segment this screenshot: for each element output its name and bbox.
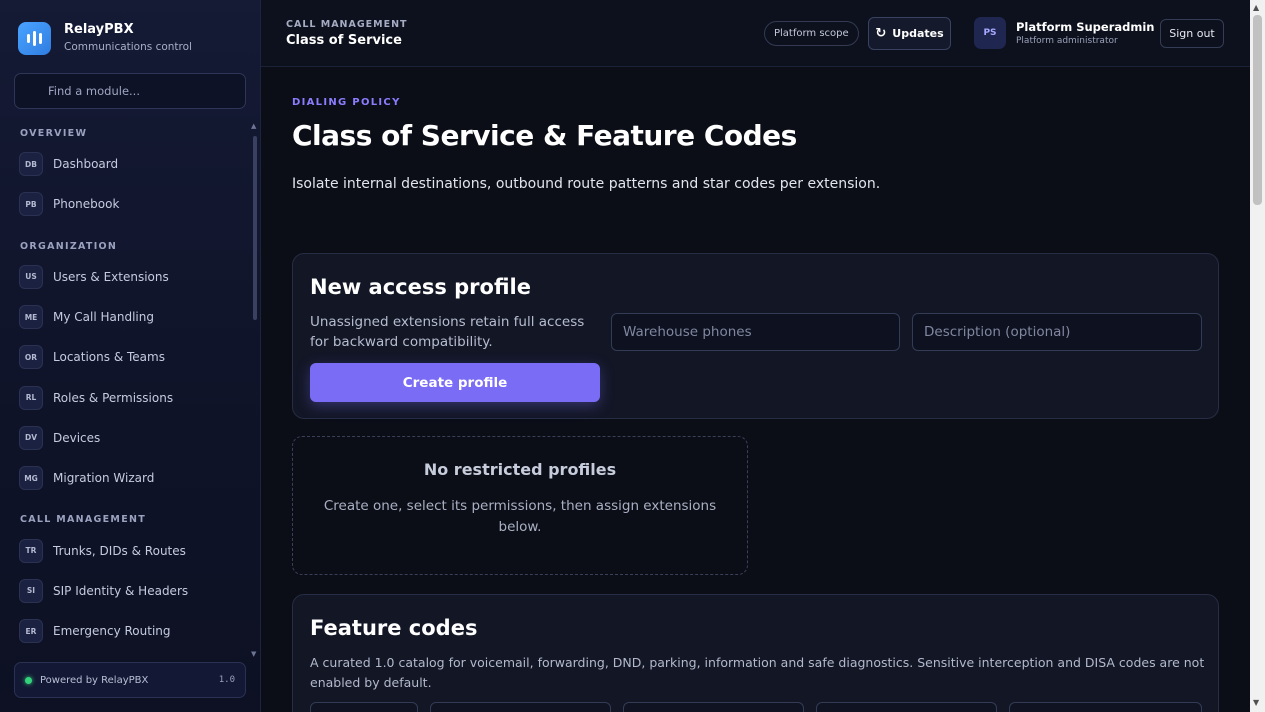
updates-label: Updates [892,27,944,40]
main-content: DIALING POLICY Class of Service & Featur… [261,67,1250,712]
sidebar: RelayPBX Communications control Find a m… [0,0,261,712]
feature-code-tab[interactable] [430,702,611,712]
devices-icon: DV [19,425,43,450]
nav-section-organization: Organization [20,240,118,252]
new-profile-title: New access profile [310,275,531,299]
avatar[interactable]: PS [974,17,1006,49]
page-title: Class of Service & Feature Codes [292,119,797,152]
roles-icon: RL [19,385,43,410]
page-scrollbar[interactable]: ▲ ▼ [1250,0,1265,712]
sidebar-item-locations[interactable]: OR Locations & Teams [0,337,250,377]
sidebar-item-label: My Call Handling [53,310,154,325]
locations-icon: OR [19,345,43,370]
empty-state-title: No restricted profiles [423,460,617,479]
sidebar-item-label: Phonebook [53,197,120,212]
empty-state-description: Create one, select its permissions, then… [323,498,717,535]
sidebar-item-label: Locations & Teams [53,350,165,365]
user-role: Platform administrator [1016,36,1118,46]
new-profile-hint: Unassigned extensions retain full access… [310,314,585,350]
breadcrumb-title: Class of Service [286,33,402,48]
nav-scroll-down-icon[interactable]: ▼ [251,650,256,658]
trunks-icon: TR [19,538,43,563]
brand-name: RelayPBX [64,22,134,37]
powered-by: Powered by RelayPBX 1.0 [14,662,246,698]
scroll-down-icon[interactable]: ▼ [1253,698,1259,707]
nav-section-overview: Overview [20,128,88,139]
feature-codes-title: Feature codes [310,616,478,640]
feature-code-tab[interactable] [310,702,418,712]
sidebar-item-label: Trunks, DIDs & Routes [53,543,186,558]
sidebar-item-label: Roles & Permissions [53,390,174,405]
users-icon: US [19,264,43,289]
sidebar-item-label: Dashboard [53,157,119,172]
sidebar-item-roles[interactable]: RL Roles & Permissions [0,377,250,417]
brand-subtitle: Communications control [64,41,192,53]
status-dot-icon [25,676,32,684]
sidebar-item-my-call-handling[interactable]: ME My Call Handling [0,297,250,337]
feature-codes-card: Feature codes A curated 1.0 catalog for … [292,594,1219,712]
page-description: Isolate internal destinations, outbound … [292,176,881,192]
breadcrumb: CALL MANAGEMENT Class of Service [286,19,408,48]
sidebar-item-emergency-routing[interactable]: ER Emergency Routing [0,611,250,651]
refresh-icon: ↻ [875,26,887,41]
brand-logo-icon [18,21,51,55]
sidebar-item-label: Users & Extensions [53,269,169,284]
user-name: Platform Superadmin [1016,20,1155,34]
sidebar-item-label: Devices [53,430,101,445]
sidebar-item-migration[interactable]: MG Migration Wizard [0,458,250,498]
sidebar-item-trunks[interactable]: TR Trunks, DIDs & Routes [0,530,250,570]
nav-scrollbar-thumb[interactable] [253,136,257,320]
nav-section-call-management: Call Management [20,514,147,526]
feature-code-tab[interactable] [1009,702,1202,712]
sidebar-item-sip-identity[interactable]: SI SIP Identity & Headers [0,571,250,611]
sidebar-item-label: Emergency Routing [53,624,171,639]
sidebar-item-dashboard[interactable]: DB Dashboard [0,144,250,184]
sidebar-item-devices[interactable]: DV Devices [0,418,250,458]
sip-identity-icon: SI [19,578,43,603]
new-profile-card: New access profile Unassigned extensions… [292,253,1219,419]
call-handling-icon: ME [19,305,43,330]
powered-by-text: Powered by RelayPBX [40,674,149,686]
sidebar-item-label: SIP Identity & Headers [53,583,189,598]
sidebar-nav: Overview DB Dashboard PB Phonebook Organ… [0,118,250,658]
migration-icon: MG [19,466,43,491]
scope-badge[interactable]: Platform scope [764,21,859,46]
updates-button[interactable]: ↻ Updates [868,17,951,50]
feature-code-tab[interactable] [816,702,997,712]
module-search-input[interactable]: Find a module... [14,73,246,109]
feature-codes-description: A curated 1.0 catalog for voicemail, for… [310,655,1205,690]
scroll-up-icon[interactable]: ▲ [1253,3,1259,12]
nav-scroll-up-icon[interactable]: ▲ [251,122,256,130]
dashboard-icon: DB [19,152,43,177]
sidebar-item-users[interactable]: US Users & Extensions [0,257,250,297]
sidebar-item-label: Migration Wizard [53,471,155,486]
user-info: Platform Superadmin Platform administrat… [1016,20,1154,46]
profile-name-input[interactable]: Warehouse phones [611,313,900,351]
profile-description-input[interactable]: Description (optional) [912,313,1202,351]
breadcrumb-section: CALL MANAGEMENT [286,19,408,30]
feature-code-tab[interactable] [623,702,804,712]
empty-state: No restricted profiles Create one, selec… [292,436,748,575]
emergency-routing-icon: ER [19,619,43,644]
sidebar-item-phonebook[interactable]: PB Phonebook [0,184,250,224]
topbar: CALL MANAGEMENT Class of Service Platfor… [261,0,1250,67]
sign-out-button[interactable]: Sign out [1160,19,1224,48]
version-badge: 1.0 [218,675,235,685]
page-eyebrow: DIALING POLICY [292,97,401,108]
phonebook-icon: PB [19,192,43,217]
create-profile-button[interactable]: Create profile [310,363,600,402]
brand[interactable]: RelayPBX Communications control [18,21,192,55]
page-scrollbar-thumb[interactable] [1253,15,1262,205]
